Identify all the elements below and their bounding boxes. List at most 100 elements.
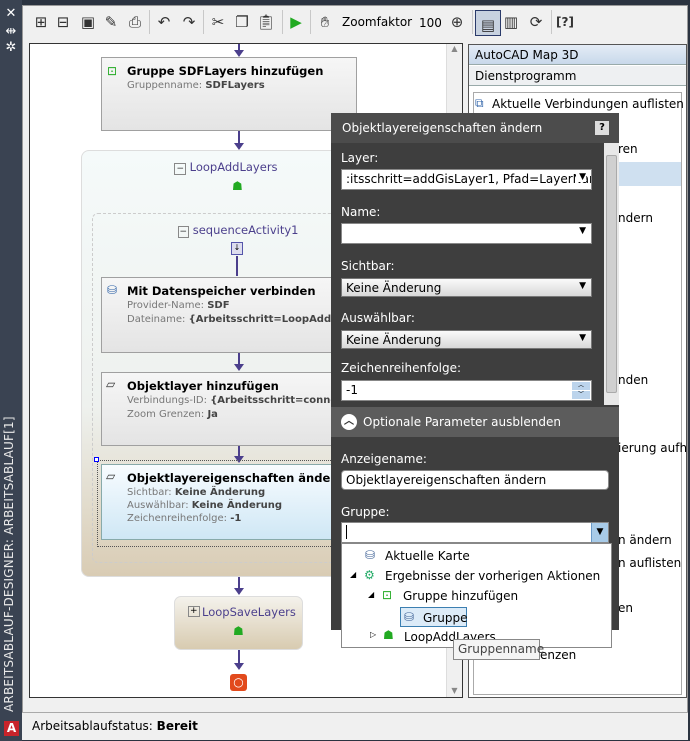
collapse-icon[interactable]: − bbox=[174, 163, 186, 175]
dialog-header: Objektlayereigenschaften ändern bbox=[331, 113, 619, 143]
tooltip: Gruppenname bbox=[453, 639, 544, 660]
loop-icon: ☗ bbox=[233, 624, 244, 638]
tree-item[interactable]: Aktuelle Karte bbox=[385, 549, 470, 563]
collapsed-triangle-icon[interactable]: ▷ bbox=[370, 630, 376, 639]
sequence-title: sequenceActivity1 bbox=[192, 223, 299, 237]
gear-icon[interactable]: ✲ bbox=[0, 40, 22, 55]
group-label: Gruppe: bbox=[341, 505, 390, 519]
open-workflow-icon[interactable]: ⊟ bbox=[52, 8, 74, 36]
loop-icon: ☗ bbox=[383, 628, 394, 642]
expand-triangle-icon[interactable]: ◢ bbox=[350, 570, 356, 579]
toolbox-item[interactable]: Aktuelle Verbindungen auflisten bbox=[492, 97, 684, 111]
designer-title: ARBEITSABLAUF-DESIGNER: ARBEITSABLAUF[1] bbox=[2, 416, 16, 712]
properties-view-icon[interactable]: ▤ bbox=[475, 10, 501, 36]
dialog-scrollbar[interactable] bbox=[604, 143, 619, 405]
activity-title: Gruppe SDFLayers hinzufügen bbox=[127, 64, 324, 78]
prop-value: SDFLayers bbox=[205, 80, 265, 91]
results-icon: ⚙ bbox=[364, 568, 375, 582]
close-icon[interactable]: ✕ bbox=[0, 6, 22, 21]
display-name-label: Anzeigename: bbox=[341, 452, 427, 466]
status-bar: Arbeitsablaufstatus: Bereit bbox=[22, 712, 688, 740]
copy-icon[interactable]: ❐ bbox=[231, 8, 253, 36]
loop-save-layers[interactable]: + LoopSaveLayers ☗ bbox=[174, 596, 303, 650]
zoom-fit-icon[interactable]: ⊕ bbox=[446, 8, 468, 36]
chevron-down-icon: ▼ bbox=[579, 281, 586, 291]
prop-label: Gruppenname: bbox=[127, 80, 203, 91]
toolbox-item[interactable]: nden bbox=[618, 373, 648, 387]
chevron-up-icon: ︿ bbox=[341, 414, 357, 430]
layer-select[interactable]: :itsschritt=addGisLayer1, Pfad=LayerName… bbox=[341, 169, 592, 190]
visible-select[interactable]: Keine Änderung ▼ bbox=[341, 278, 592, 297]
new-workflow-icon[interactable]: ⊞ bbox=[30, 8, 52, 36]
tree-item[interactable]: Gruppe hinzufügen bbox=[403, 589, 518, 603]
chevron-down-icon: ▼ bbox=[576, 172, 586, 182]
optional-params-toggle[interactable]: ︿ Optionale Parameter ausblenden bbox=[331, 407, 619, 437]
spin-up-icon[interactable]: ︿ bbox=[572, 382, 590, 390]
datastore-icon: ⛁ bbox=[107, 283, 118, 297]
order-stepper[interactable]: -1 ︿ ﹀ bbox=[341, 380, 592, 401]
chevron-down-icon[interactable]: ▼ bbox=[591, 523, 608, 542]
chevron-down-icon: ▼ bbox=[579, 226, 586, 236]
group-add-icon: ⊡ bbox=[107, 64, 118, 78]
pan-icon[interactable]: ✋︎ bbox=[314, 8, 336, 36]
expand-triangle-icon[interactable]: ◢ bbox=[368, 590, 374, 599]
save-icon[interactable]: ▣ bbox=[77, 8, 99, 36]
status-label: Arbeitsablaufstatus: bbox=[32, 719, 153, 733]
paste-icon[interactable]: 📋︎ bbox=[255, 8, 277, 36]
loop-title: LoopSaveLayers bbox=[202, 605, 296, 619]
activity-title: Objektlayer hinzufügen bbox=[127, 379, 279, 393]
zoom-value[interactable]: 100% bbox=[419, 16, 441, 30]
pin-icon[interactable]: ⇹ bbox=[0, 24, 22, 39]
toolbox-view-icon[interactable]: ▥ bbox=[500, 8, 522, 36]
status-value: Bereit bbox=[156, 719, 198, 733]
chevron-down-icon: ▼ bbox=[579, 333, 586, 343]
toolbox-item[interactable]: ndern bbox=[618, 211, 653, 225]
cut-icon[interactable]: ✂ bbox=[207, 8, 229, 36]
activity-add-layer[interactable]: ▱ Objektlayer hinzufügen Verbindungs-ID:… bbox=[101, 372, 372, 446]
toolbox-item[interactable]: n auflisten bbox=[618, 556, 681, 570]
toolbox-item[interactable]: en bbox=[618, 601, 633, 615]
save-as-icon[interactable]: ✎ bbox=[100, 8, 122, 36]
toolbox-item[interactable]: ren bbox=[618, 142, 638, 156]
spin-down-icon[interactable]: ﹀ bbox=[572, 391, 590, 399]
tree-item-selected[interactable]: ⛁ Gruppe bbox=[400, 607, 467, 627]
optional-params-label: Optionale Parameter ausblenden bbox=[363, 415, 561, 429]
stop-icon: ○ bbox=[230, 674, 247, 691]
help-icon[interactable]: [?] bbox=[554, 8, 576, 36]
activity-change-props[interactable]: ▱ Objektlayereigenschaften ändern Sichtb… bbox=[101, 464, 361, 540]
activity-connect[interactable]: ⛁ Mit Datenspeicher verbinden Provider-N… bbox=[101, 277, 380, 353]
layer-props-icon: ▱ bbox=[106, 469, 116, 483]
app-logo: A bbox=[4, 721, 19, 736]
map-icon: ⛁ bbox=[365, 548, 376, 562]
category-autocad-map[interactable]: AutoCAD Map 3D bbox=[469, 45, 686, 65]
group-input[interactable]: ▼ bbox=[341, 522, 609, 543]
selectable-select[interactable]: Keine Änderung ▼ bbox=[341, 330, 592, 349]
toolbox-item[interactable]: n ändern bbox=[618, 533, 672, 547]
redo-icon[interactable]: ↷ bbox=[178, 8, 200, 36]
collapse-icon[interactable]: − bbox=[177, 226, 190, 238]
print-icon[interactable]: ⎙ bbox=[124, 8, 146, 36]
display-name-input[interactable]: Objektlayereigenschaften ändern bbox=[341, 470, 609, 490]
expand-icon[interactable]: + bbox=[188, 606, 200, 617]
tree-item[interactable]: Ergebnisse der vorherigen Aktionen bbox=[385, 569, 600, 583]
activity-group-add[interactable]: ⊡ Gruppe SDFLayers hinzufügen Gruppennam… bbox=[101, 57, 357, 131]
toolbox-item[interactable]: enzen bbox=[540, 648, 576, 662]
visible-label: Sichtbar: bbox=[341, 259, 395, 273]
dialog-title: Objektlayereigenschaften ändern bbox=[342, 121, 543, 135]
help-icon[interactable]: ? bbox=[595, 121, 609, 135]
category-utilities[interactable]: Dienstprogramm bbox=[469, 66, 686, 86]
toolbox-item[interactable]: ierung aufh bbox=[618, 441, 687, 455]
order-label: Zeichenreihenfolge: bbox=[341, 361, 462, 375]
undo-icon[interactable]: ↶ bbox=[153, 8, 175, 36]
name-label: Name: bbox=[341, 205, 381, 219]
loop-icon: ☗ bbox=[232, 179, 243, 193]
activity-title: Mit Datenspeicher verbinden bbox=[127, 284, 316, 298]
selection-handle[interactable] bbox=[94, 457, 99, 462]
run-icon[interactable]: ▶ bbox=[285, 8, 307, 36]
selectable-label: Auswählbar: bbox=[341, 311, 415, 325]
layer-add-icon: ▱ bbox=[106, 377, 116, 391]
name-select[interactable]: ▼ bbox=[341, 223, 592, 244]
refresh-icon[interactable]: ⟳ bbox=[525, 8, 547, 36]
group-dropdown-list: ⛁ Aktuelle Karte ◢ ⚙ Ergebnisse der vorh… bbox=[341, 543, 612, 648]
activity-title: Objektlayereigenschaften ändern bbox=[127, 471, 345, 485]
